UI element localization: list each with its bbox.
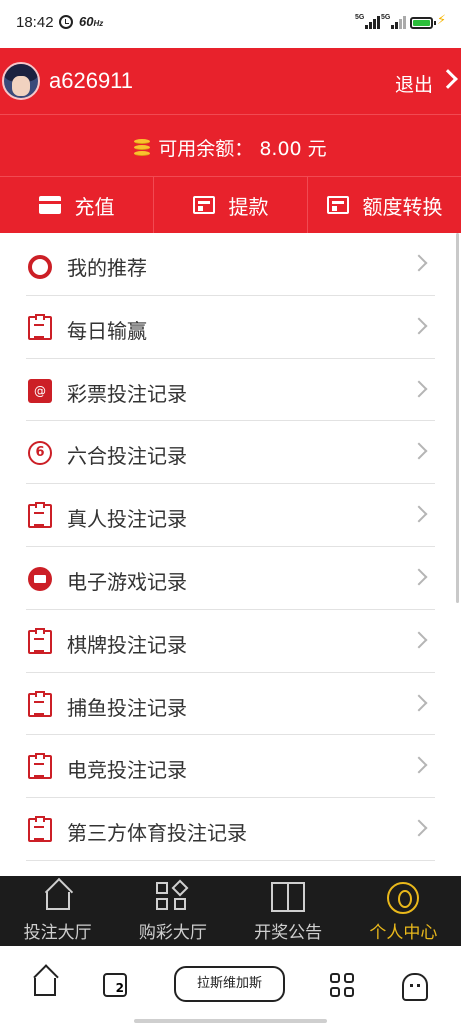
avatar[interactable] (2, 62, 40, 100)
chevron-right-icon (410, 631, 428, 649)
action-label: 充值 (74, 194, 115, 219)
chevron-right-icon (410, 819, 428, 837)
report-icon (28, 313, 52, 340)
menu-item-label: 六合投注记录 (67, 444, 187, 469)
home-indicator[interactable] (134, 1019, 327, 1023)
menu-item-label: 捕鱼投注记录 (67, 695, 187, 720)
menu-item-label: 我的推荐 (67, 256, 147, 280)
menu-item-recommend[interactable]: 我的推荐 (26, 233, 435, 296)
chevron-right-icon (410, 756, 428, 774)
signal-label: 5G (355, 14, 365, 21)
chevron-right-icon (410, 442, 428, 460)
system-nav-bar: 2 拉斯维加斯 (0, 946, 461, 1024)
tab-label: 投注大厅 (23, 923, 92, 943)
menu-item-label: 电子游戏记录 (67, 569, 187, 594)
chevron-right-icon (410, 694, 428, 712)
menu-item-label: 彩票投注记录 (67, 381, 187, 406)
refresh-rate-value: 60 (79, 14, 94, 29)
menu-item-fishing-records[interactable]: 捕鱼投注记录 (26, 673, 435, 736)
assistant-icon[interactable] (402, 973, 428, 1001)
menu-item-label: 棋牌投注记录 (67, 632, 187, 657)
clipboard-icon (28, 627, 52, 654)
charging-icon: ⚡ (437, 13, 447, 28)
tab-draw-results[interactable]: 开奖公告 (231, 876, 346, 946)
withdraw-button[interactable]: 提款 (154, 177, 308, 233)
apps-grid-icon[interactable] (330, 973, 356, 999)
menu-item-third-party-sports-records[interactable]: 第三方体育投注记录 (26, 798, 435, 861)
chevron-right-icon (410, 568, 428, 586)
gift-icon (271, 882, 306, 912)
status-bar: 18:42 60Hz 5G 5G ⚡ (0, 0, 461, 48)
action-label: 额度转换 (362, 194, 443, 219)
app-switch-pill[interactable]: 拉斯维加斯 (174, 966, 285, 1002)
lottery-icon: @ (28, 378, 52, 403)
card-icon (38, 196, 61, 214)
menu-item-esports-records[interactable]: 电竞投注记录 (26, 735, 435, 799)
grid-icon (155, 879, 190, 912)
chevron-right-icon (410, 505, 428, 523)
username: a626911 (49, 68, 134, 93)
status-time: 18:42 (16, 14, 54, 31)
tab-lottery-hall[interactable]: 购彩大厅 (115, 876, 230, 946)
chevron-right-icon (410, 380, 428, 398)
balance-bar: 可用余额： 8.00 元 (0, 114, 461, 176)
home-icon (45, 892, 70, 910)
refresh-rate-unit: Hz (93, 19, 104, 28)
scrollbar[interactable] (456, 233, 459, 603)
folder-icon (28, 566, 52, 591)
atm-icon (192, 196, 215, 214)
action-label: 提款 (228, 194, 269, 219)
tab-label: 购彩大厅 (138, 923, 207, 943)
menu-list[interactable]: 我的推荐 每日输赢 @ 彩票投注记录 6 六合投注记录 真人投注记录 电子游戏记… (0, 233, 461, 876)
menu-item-label: 第三方体育投注记录 (67, 821, 247, 846)
six-badge-icon: 6 (28, 441, 52, 466)
battery-icon (410, 17, 436, 29)
menu-item-label: 真人投注记录 (67, 507, 187, 532)
alarm-icon (59, 15, 73, 29)
menu-item-egame-records[interactable]: 电子游戏记录 (26, 547, 435, 610)
chevron-right-icon (410, 317, 428, 335)
menu-item-mark-six-records[interactable]: 6 六合投注记录 (26, 421, 435, 485)
recent-apps-button[interactable]: 2 (103, 973, 127, 997)
transfer-button[interactable]: 额度转换 (308, 177, 461, 233)
home-icon[interactable] (34, 978, 56, 996)
coins-icon (134, 139, 151, 157)
tab-label: 开奖公告 (254, 923, 323, 943)
clipboard-icon (28, 502, 52, 529)
menu-item-label: 电竞投注记录 (67, 758, 187, 783)
clipboard-icon (28, 816, 52, 843)
menu-item-chess-records[interactable]: 棋牌投注记录 (26, 610, 435, 673)
atm-icon (326, 196, 349, 214)
menu-item-live-records[interactable]: 真人投注记录 (26, 484, 435, 547)
signal-label: 5G (381, 14, 391, 21)
chevron-right-icon (410, 254, 428, 272)
tab-label: 个人中心 (369, 923, 438, 943)
menu-item-daily-winloss[interactable]: 每日输赢 (26, 296, 435, 359)
balance-text: 可用余额： 8.00 元 (158, 138, 327, 160)
logout-button[interactable]: 退出 (395, 70, 433, 97)
ring-icon (28, 255, 52, 279)
action-bar: 充值 提款 额度转换 (0, 176, 461, 233)
signal-icon: 5G (381, 14, 407, 30)
profile-header: a626911 退出 (0, 48, 461, 114)
tab-betting-hall[interactable]: 投注大厅 (0, 876, 115, 946)
clipboard-icon (28, 753, 52, 780)
signal-icon: 5G (355, 14, 381, 30)
bottom-tab-bar: 投注大厅 购彩大厅 开奖公告 个人中心 (0, 876, 461, 946)
tab-profile[interactable]: 个人中心 (346, 876, 461, 946)
menu-item-lottery-records[interactable]: @ 彩票投注记录 (26, 359, 435, 422)
clipboard-icon (28, 690, 52, 717)
chevron-right-icon[interactable] (438, 69, 458, 89)
refresh-rate: 60Hz (79, 14, 103, 29)
user-icon (387, 882, 420, 914)
menu-item-label: 每日输赢 (67, 318, 147, 343)
deposit-button[interactable]: 充值 (0, 177, 154, 233)
